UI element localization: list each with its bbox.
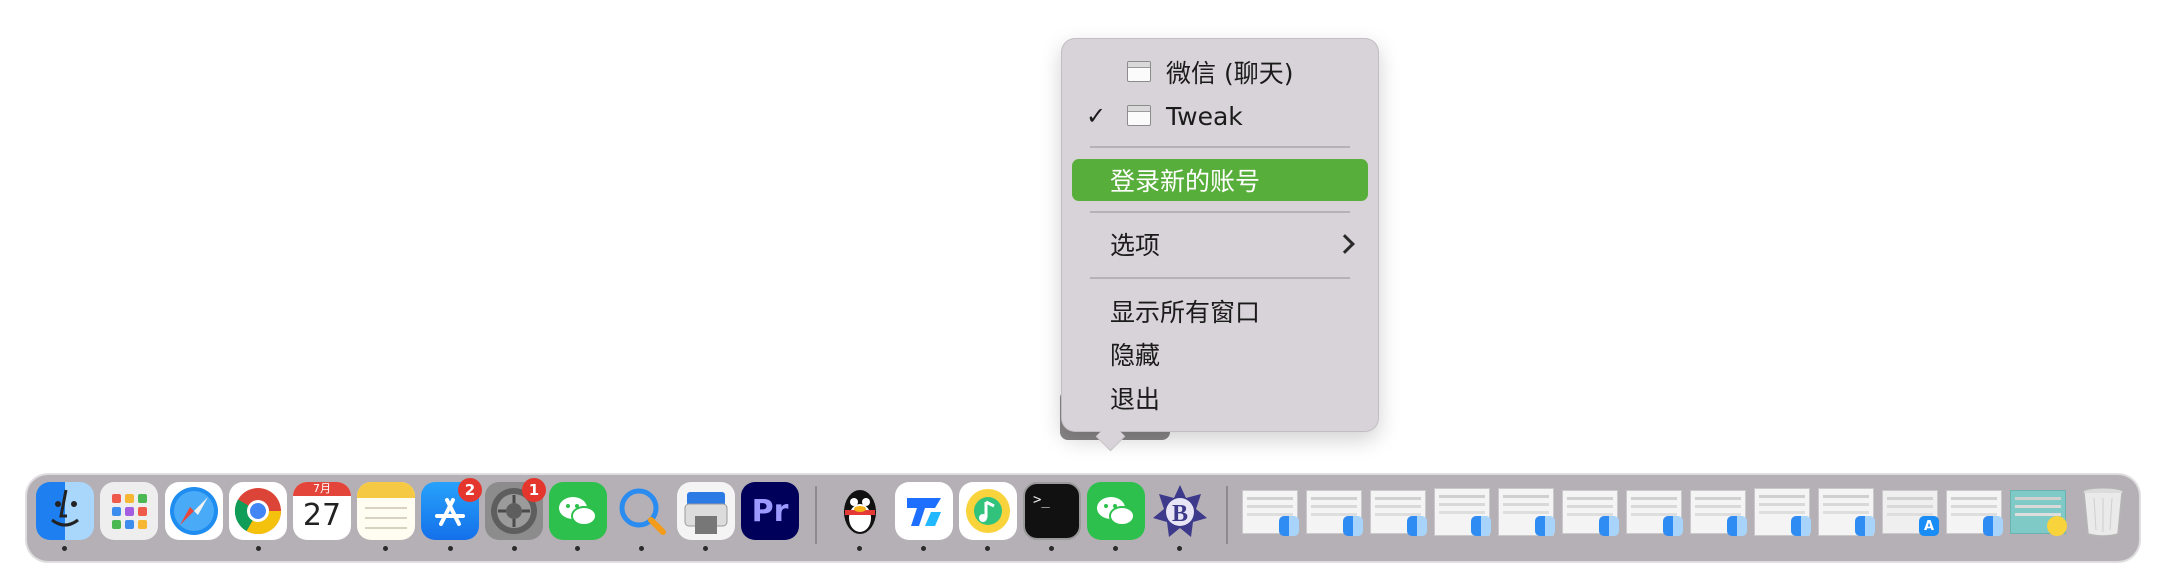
- safari-icon: [170, 487, 218, 535]
- finder-icon: [1855, 516, 1875, 536]
- notes-icon: [357, 482, 415, 529]
- dock-app-search[interactable]: [613, 482, 671, 540]
- finder-icon: [1535, 516, 1555, 536]
- dock-app-safari[interactable]: [165, 482, 223, 540]
- menu-item-label: 隐藏: [1110, 341, 1161, 370]
- dock-app-wechat[interactable]: [549, 482, 607, 540]
- finder-icon: [1471, 516, 1491, 536]
- checkmark-icon: ✓: [1086, 102, 1107, 130]
- calendar-month: 7月: [293, 482, 351, 496]
- running-indicator: [1049, 546, 1054, 551]
- calendar-day: 27: [302, 498, 342, 533]
- menu-item-login-new-account[interactable]: 登录新的账号: [1072, 159, 1368, 201]
- menu-item-options[interactable]: 选项: [1072, 223, 1368, 265]
- printer-icon: [684, 492, 728, 534]
- menu-item-quit[interactable]: 退出: [1072, 377, 1368, 419]
- menu-separator: [1090, 146, 1350, 148]
- running-indicator: [383, 546, 388, 551]
- dock-app-finder[interactable]: [36, 482, 94, 540]
- launchpad-icon: [112, 494, 147, 529]
- finder-icon: [1983, 516, 2003, 536]
- running-indicator: [921, 546, 926, 551]
- menu-separator: [1090, 211, 1350, 213]
- running-indicator: [256, 546, 261, 551]
- dock-divider: [815, 486, 817, 544]
- dock-app-printer[interactable]: [677, 482, 735, 540]
- notification-badge: 2: [458, 478, 482, 502]
- chevron-right-icon: [1335, 234, 1355, 254]
- dock-app-calendar[interactable]: 7月 27: [293, 482, 351, 540]
- menu-item-label: 登录新的账号: [1110, 167, 1261, 196]
- dock-app-launchpad[interactable]: [100, 482, 158, 540]
- running-indicator: [857, 546, 862, 551]
- finder-icon: [1343, 516, 1363, 536]
- menu-item-label: Tweak: [1166, 101, 1243, 131]
- menu-item-label: 退出: [1110, 385, 1161, 414]
- dock-app-trash[interactable]: [2074, 482, 2132, 540]
- running-indicator: [1113, 546, 1118, 551]
- dock-divider: [1226, 486, 1228, 544]
- wechat-icon: [559, 497, 597, 526]
- dock-app-premiere[interactable]: Pr: [741, 482, 799, 540]
- dock-app-qq[interactable]: [831, 482, 889, 540]
- finder-icon: [1663, 516, 1683, 536]
- dock-context-menu: 微信 (聊天) ✓ Tweak 登录新的账号 选项 显示所有窗口 隐藏 退出: [1061, 38, 1379, 432]
- menu-item-label: 微信 (聊天): [1166, 59, 1294, 88]
- menu-item-label: 选项: [1110, 231, 1161, 260]
- running-indicator: [1177, 546, 1182, 551]
- search-app-icon: [619, 488, 666, 535]
- finder-icon: [1279, 516, 1299, 536]
- dock-app-qq-music[interactable]: [959, 482, 1017, 540]
- chrome-icon: [234, 488, 282, 535]
- finder-icon: [1727, 516, 1747, 536]
- running-indicator: [703, 546, 708, 551]
- app-store-icon: A: [1919, 516, 1939, 536]
- bbedit-letter: B: [1172, 501, 1188, 527]
- window-icon: [1127, 105, 1151, 126]
- menu-item-window-tweak[interactable]: ✓ Tweak: [1072, 95, 1368, 137]
- qq-music-icon: [966, 489, 1010, 533]
- terminal-icon: >_: [1033, 492, 1050, 508]
- running-indicator: [985, 546, 990, 551]
- docs-icon: [907, 498, 941, 526]
- menu-item-window-wechat-chat[interactable]: 微信 (聊天): [1072, 51, 1368, 93]
- dock-app-bbedit[interactable]: B: [1151, 482, 1209, 540]
- dock-app-wechat-2[interactable]: [1087, 482, 1145, 540]
- dock-app-tencent-docs[interactable]: [895, 482, 953, 540]
- qq-music-icon: [2047, 516, 2067, 536]
- finder-icon: [1407, 516, 1427, 536]
- qq-icon: [844, 490, 876, 534]
- menu-separator: [1090, 277, 1350, 279]
- dock-app-notes[interactable]: [357, 482, 415, 540]
- trash-icon: [2082, 487, 2124, 537]
- running-indicator: [512, 546, 517, 551]
- bbedit-icon: B: [1153, 485, 1207, 537]
- dock-app-terminal[interactable]: >_: [1023, 482, 1081, 540]
- menu-item-hide[interactable]: 隐藏: [1072, 333, 1368, 375]
- notification-badge: 1: [522, 478, 546, 502]
- finder-icon: [1791, 516, 1811, 536]
- menu-item-label: 显示所有窗口: [1110, 298, 1261, 327]
- dock-app-chrome[interactable]: [229, 482, 287, 540]
- premiere-icon: Pr: [751, 493, 789, 529]
- running-indicator: [448, 546, 453, 551]
- running-indicator: [62, 546, 67, 551]
- wechat-icon: [1097, 497, 1135, 526]
- menu-item-show-all-windows[interactable]: 显示所有窗口: [1072, 290, 1368, 332]
- running-indicator: [575, 546, 580, 551]
- finder-icon: [51, 489, 79, 527]
- running-indicator: [639, 546, 644, 551]
- window-icon: [1127, 61, 1151, 82]
- finder-icon: [1599, 516, 1619, 536]
